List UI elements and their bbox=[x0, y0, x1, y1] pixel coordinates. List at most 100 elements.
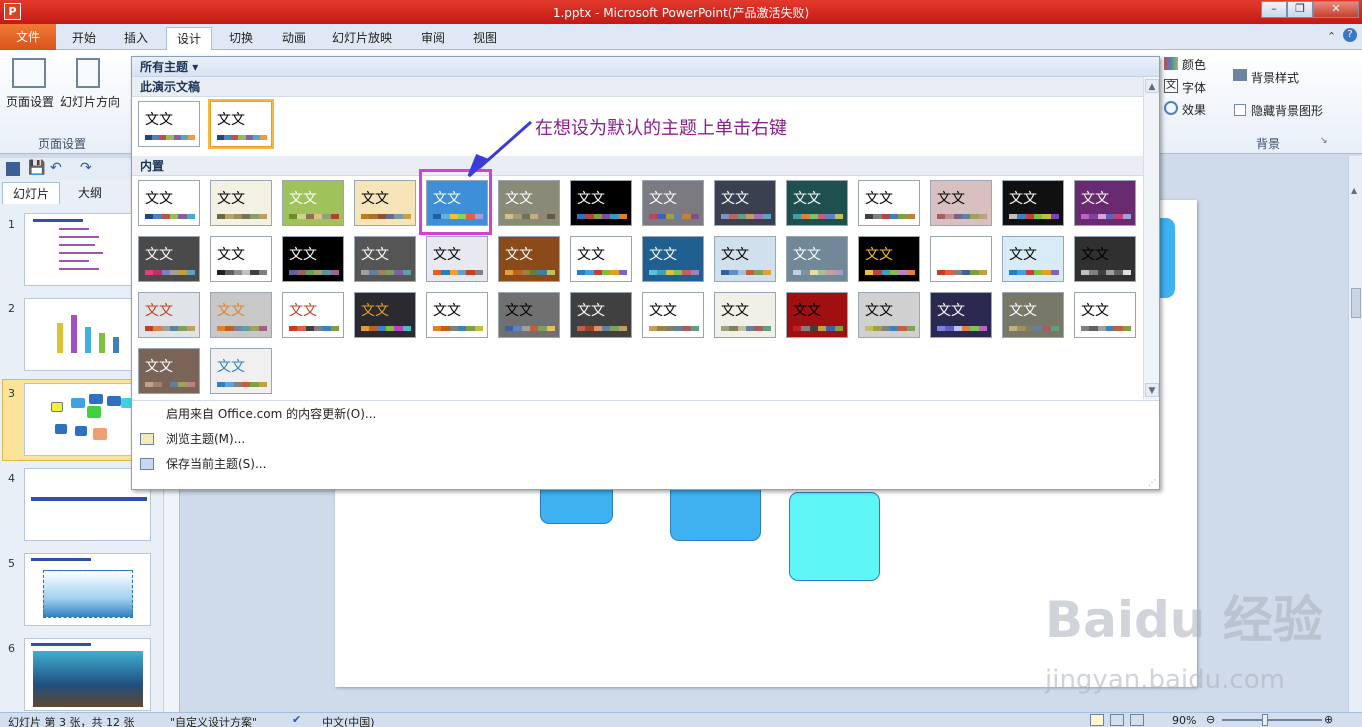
builtin-theme-26[interactable]: 文文 bbox=[930, 236, 992, 282]
background-styles-button[interactable]: 背景样式 bbox=[1251, 69, 1299, 86]
fonts-icon[interactable]: 文 bbox=[1164, 79, 1178, 93]
builtin-theme-36[interactable]: 文文 bbox=[642, 292, 704, 338]
colors-icon[interactable] bbox=[1164, 57, 1178, 70]
builtin-theme-4[interactable]: 文文 bbox=[354, 180, 416, 226]
dialog-launcher-icon[interactable]: ↘ bbox=[1320, 136, 1328, 146]
help-icon[interactable]: ? bbox=[1343, 28, 1357, 42]
browse-themes-item[interactable]: 浏览主题(M)... bbox=[132, 427, 1159, 452]
tab-view[interactable]: 视图 bbox=[463, 27, 507, 50]
minimize-icon[interactable]: – bbox=[1261, 1, 1287, 18]
tab-design[interactable]: 设计 bbox=[166, 27, 213, 50]
reading-view-icon[interactable] bbox=[1130, 714, 1144, 726]
slide-orientation-button[interactable]: 幻灯片方向 bbox=[60, 93, 120, 110]
save-icon[interactable]: 💾 bbox=[28, 160, 45, 176]
builtin-theme-10[interactable]: 文文 bbox=[786, 180, 848, 226]
builtin-theme-22[interactable]: 文文 bbox=[642, 236, 704, 282]
zoom-in-icon[interactable]: ⊕ bbox=[1324, 713, 1333, 726]
builtin-theme-35[interactable]: 文文 bbox=[570, 292, 632, 338]
undo-icon[interactable]: ↶ bbox=[50, 160, 62, 176]
tab-home[interactable]: 开始 bbox=[62, 27, 106, 50]
builtin-theme-34[interactable]: 文文 bbox=[498, 292, 560, 338]
fonts-button[interactable]: 字体 bbox=[1182, 79, 1206, 96]
builtin-theme-21[interactable]: 文文 bbox=[570, 236, 632, 282]
builtin-theme-42[interactable]: 文文 bbox=[1074, 292, 1136, 338]
builtin-theme-31[interactable]: 文文 bbox=[282, 292, 344, 338]
builtin-theme-29[interactable]: 文文 bbox=[138, 292, 200, 338]
slide-sorter-icon[interactable] bbox=[1110, 714, 1124, 726]
slide-thumbnail-6[interactable] bbox=[24, 638, 151, 711]
redo-icon[interactable]: ↷ bbox=[80, 160, 92, 176]
builtin-theme-6[interactable]: 文文 bbox=[498, 180, 560, 226]
builtin-theme-37[interactable]: 文文 bbox=[714, 292, 776, 338]
builtin-theme-38[interactable]: 文文 bbox=[786, 292, 848, 338]
builtin-theme-14[interactable]: 文文 bbox=[1074, 180, 1136, 226]
builtin-theme-9[interactable]: 文文 bbox=[714, 180, 776, 226]
builtin-theme-1[interactable]: 文文 bbox=[138, 180, 200, 226]
tab-animations[interactable]: 动画 bbox=[272, 27, 316, 50]
resize-grip-icon[interactable]: ⋰ bbox=[1148, 478, 1156, 487]
spell-check-icon[interactable]: ✔ bbox=[292, 713, 301, 726]
zoom-level[interactable]: 90% bbox=[1172, 714, 1196, 727]
tab-insert[interactable]: 插入 bbox=[114, 27, 158, 50]
builtin-theme-12[interactable]: 文文 bbox=[930, 180, 992, 226]
colors-button[interactable]: 颜色 bbox=[1182, 56, 1206, 73]
save-current-theme-item[interactable]: 保存当前主题(S)... bbox=[132, 452, 1159, 477]
builtin-theme-3[interactable]: 文文 bbox=[282, 180, 344, 226]
close-icon[interactable]: ✕ bbox=[1313, 1, 1359, 18]
builtin-theme-40[interactable]: 文文 bbox=[930, 292, 992, 338]
scroll-up-icon[interactable]: ▲ bbox=[1145, 79, 1159, 93]
builtin-theme-17[interactable]: 文文 bbox=[282, 236, 344, 282]
builtin-theme-8[interactable]: 文文 bbox=[642, 180, 704, 226]
builtin-theme-28[interactable]: 文文 bbox=[1074, 236, 1136, 282]
builtin-theme-16[interactable]: 文文 bbox=[210, 236, 272, 282]
slide-orientation-icon[interactable] bbox=[76, 58, 100, 88]
builtin-theme-43[interactable]: 文文 bbox=[138, 348, 200, 394]
tab-file[interactable]: 文件 bbox=[0, 24, 56, 50]
zoom-slider-thumb[interactable] bbox=[1262, 714, 1268, 726]
collapse-ribbon-icon[interactable]: ⌃ bbox=[1327, 30, 1336, 43]
all-themes-header[interactable]: 所有主题 ▾ bbox=[132, 57, 1159, 77]
scroll-down-icon[interactable]: ▼ bbox=[1145, 383, 1159, 397]
this-presentation-theme-1[interactable]: 文文 bbox=[138, 101, 200, 147]
hide-background-checkbox[interactable] bbox=[1234, 104, 1246, 116]
builtin-theme-24[interactable]: 文文 bbox=[786, 236, 848, 282]
vertical-scrollbar[interactable]: ▲ bbox=[1348, 156, 1362, 712]
hide-background-label[interactable]: 隐藏背景图形 bbox=[1251, 102, 1323, 119]
gallery-scrollbar[interactable]: ▲ ▼ bbox=[1143, 77, 1159, 399]
builtin-theme-20[interactable]: 文文 bbox=[498, 236, 560, 282]
this-presentation-theme-2[interactable]: 文文 bbox=[208, 99, 274, 149]
builtin-theme-15[interactable]: 文文 bbox=[138, 236, 200, 282]
tab-review[interactable]: 审阅 bbox=[411, 27, 455, 50]
builtin-theme-19[interactable]: 文文 bbox=[426, 236, 488, 282]
builtin-theme-11[interactable]: 文文 bbox=[858, 180, 920, 226]
save-icon[interactable] bbox=[6, 162, 20, 176]
builtin-theme-41[interactable]: 文文 bbox=[1002, 292, 1064, 338]
zoom-out-icon[interactable]: ⊖ bbox=[1206, 713, 1215, 726]
effects-button[interactable]: 效果 bbox=[1182, 101, 1206, 118]
builtin-theme-25[interactable]: 文文 bbox=[858, 236, 920, 282]
effects-icon[interactable] bbox=[1164, 101, 1178, 115]
page-setup-icon[interactable] bbox=[12, 58, 46, 88]
rounded-rect-shape[interactable] bbox=[789, 492, 880, 581]
tab-slides[interactable]: 幻灯片 bbox=[2, 182, 61, 204]
builtin-theme-13[interactable]: 文文 bbox=[1002, 180, 1064, 226]
builtin-theme-44[interactable]: 文文 bbox=[210, 348, 272, 394]
enable-office-updates-item[interactable]: 启用来自 Office.com 的内容更新(O)... bbox=[132, 402, 1159, 427]
all-themes-label[interactable]: 所有主题 bbox=[140, 60, 188, 74]
tab-outline[interactable]: 大纲 bbox=[68, 182, 112, 204]
builtin-theme-27[interactable]: 文文 bbox=[1002, 236, 1064, 282]
builtin-theme-7[interactable]: 文文 bbox=[570, 180, 632, 226]
builtin-theme-39[interactable]: 文文 bbox=[858, 292, 920, 338]
page-setup-button[interactable]: 页面设置 bbox=[6, 93, 54, 110]
normal-view-icon[interactable] bbox=[1090, 714, 1104, 726]
scrollbar-thumb[interactable] bbox=[1351, 288, 1361, 318]
language[interactable]: 中文(中国) bbox=[322, 714, 375, 727]
maximize-icon[interactable]: ❐ bbox=[1287, 1, 1313, 18]
scroll-up-icon[interactable]: ▲ bbox=[1351, 186, 1361, 200]
builtin-theme-32[interactable]: 文文 bbox=[354, 292, 416, 338]
builtin-theme-30[interactable]: 文文 bbox=[210, 292, 272, 338]
tab-transitions[interactable]: 切换 bbox=[219, 27, 263, 50]
builtin-theme-18[interactable]: 文文 bbox=[354, 236, 416, 282]
background-styles-icon[interactable] bbox=[1233, 69, 1247, 81]
builtin-theme-2[interactable]: 文文 bbox=[210, 180, 272, 226]
